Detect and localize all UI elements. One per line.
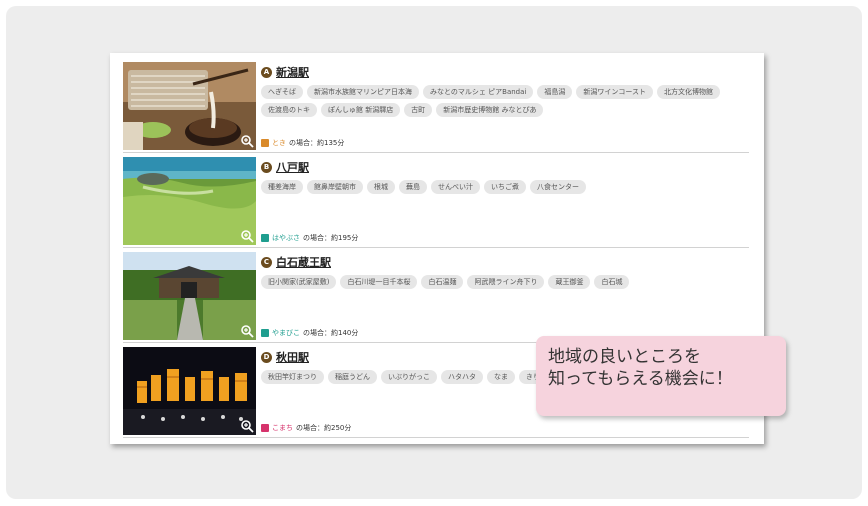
- station-row-shiroishizao: C 白石蔵王駅 旧小関家(武家屋敷) 白石川堤一目千本桜 白石温麺 阿武隈ライン…: [123, 248, 749, 343]
- zoom-icon[interactable]: [240, 229, 254, 243]
- callout-bubble: 地域の良いところを 知ってもらえる機会に！: [536, 336, 786, 416]
- tag[interactable]: みなとのマルシェ ピアBandai: [423, 85, 534, 99]
- zoom-icon[interactable]: [240, 134, 254, 148]
- tag[interactable]: 阿武隈ライン舟下り: [467, 275, 545, 289]
- soba-photo: [123, 62, 256, 150]
- train-name: こまち: [272, 424, 293, 432]
- station-link[interactable]: 秋田駅: [276, 349, 309, 365]
- tag[interactable]: 新潟市歴史博物館 みなとぴあ: [436, 103, 544, 117]
- tag[interactable]: 白石川堤一目千本桜: [340, 275, 418, 289]
- travel-time: とき の場合：約135分: [261, 138, 344, 148]
- coast-photo: [123, 157, 256, 245]
- tag[interactable]: ハタハタ: [441, 370, 483, 384]
- station-row-niigata: A 新潟駅 へぎそば 新潟市水族館マリンピア日本海 みなとのマルシェ ピアBan…: [123, 58, 749, 153]
- zoom-icon[interactable]: [240, 324, 254, 338]
- tag[interactable]: 福島潟: [537, 85, 573, 99]
- tag[interactable]: 白石城: [594, 275, 630, 289]
- tag[interactable]: 古町: [404, 103, 433, 117]
- travel-duration: の場合：約195分: [303, 234, 359, 242]
- tag[interactable]: 白石温麺: [421, 275, 464, 289]
- marker-badge: C: [261, 256, 272, 268]
- train-name: はやぶさ: [272, 234, 300, 242]
- row-divider: [123, 437, 749, 438]
- tag[interactable]: 稲庭うどん: [328, 370, 377, 384]
- station-link[interactable]: 八戸駅: [276, 159, 309, 175]
- tag[interactable]: 新潟ワインコースト: [576, 85, 654, 99]
- tag[interactable]: 種差海岸: [261, 180, 303, 194]
- travel-time: はやぶさ の場合：約195分: [261, 233, 358, 243]
- travel-time: こまち の場合：約250分: [261, 423, 351, 433]
- station-thumbnail[interactable]: [123, 347, 256, 435]
- tag-list: 種差海岸 館鼻岸壁朝市 根城 蕪島 せんべい汁 いちご煮 八食センター: [261, 180, 731, 194]
- travel-duration: の場合：約135分: [289, 139, 345, 147]
- train-name: とき: [272, 139, 286, 147]
- tag[interactable]: いちご煮: [484, 180, 526, 194]
- station-thumbnail[interactable]: [123, 157, 256, 245]
- marker-badge: D: [261, 351, 272, 363]
- station-info: A 新潟駅 へぎそば 新潟市水族館マリンピア日本海 みなとのマルシェ ピアBan…: [261, 64, 749, 153]
- callout-line-1: 地域の良いところを: [548, 347, 701, 367]
- tag[interactable]: 蔵王御釜: [548, 275, 591, 289]
- tag[interactable]: 北方文化博物館: [657, 85, 721, 99]
- station-link[interactable]: 白石蔵王駅: [276, 254, 331, 270]
- tag[interactable]: 館鼻岸壁朝市: [307, 180, 363, 194]
- tag[interactable]: なま: [487, 370, 515, 384]
- tag-list: へぎそば 新潟市水族館マリンピア日本海 みなとのマルシェ ピアBandai 福島…: [261, 85, 731, 117]
- tag[interactable]: せんべい汁: [431, 180, 480, 194]
- train-icon: [261, 329, 269, 337]
- travel-duration: の場合：約140分: [303, 329, 359, 337]
- station-thumbnail[interactable]: [123, 62, 256, 150]
- kanto-festival-photo: [123, 347, 256, 435]
- train-icon: [261, 139, 269, 147]
- callout-line-2: 知ってもらえる機会に！: [548, 369, 733, 389]
- tag[interactable]: 佐渡島のトキ: [261, 103, 317, 117]
- marker-badge: B: [261, 161, 272, 173]
- tag[interactable]: いぶりがっこ: [381, 370, 437, 384]
- tag[interactable]: 新潟市水族館マリンピア日本海: [307, 85, 419, 99]
- train-icon: [261, 424, 269, 432]
- tag[interactable]: 根城: [367, 180, 395, 194]
- station-link[interactable]: 新潟駅: [276, 64, 309, 80]
- tag[interactable]: 秋田竿灯まつり: [261, 370, 324, 384]
- tag[interactable]: 蕪島: [399, 180, 427, 194]
- tag[interactable]: 八食センター: [530, 180, 586, 194]
- travel-duration: の場合：約250分: [296, 424, 352, 432]
- travel-time: やまびこ の場合：約140分: [261, 328, 358, 338]
- station-info: C 白石蔵王駅 旧小関家(武家屋敷) 白石川堤一目千本桜 白石温麺 阿武隈ライン…: [261, 254, 749, 343]
- tag[interactable]: へぎそば: [261, 85, 303, 99]
- tag[interactable]: ぽんしゅ館 新潟驛店: [321, 103, 401, 117]
- zoom-icon[interactable]: [240, 419, 254, 433]
- station-thumbnail[interactable]: [123, 252, 256, 340]
- station-info: B 八戸駅 種差海岸 館鼻岸壁朝市 根城 蕪島 せんべい汁 いちご煮 八食センタ…: [261, 159, 749, 248]
- train-name: やまびこ: [272, 329, 300, 337]
- station-row-hachinohe: B 八戸駅 種差海岸 館鼻岸壁朝市 根城 蕪島 せんべい汁 いちご煮 八食センタ…: [123, 153, 749, 248]
- marker-badge: A: [261, 66, 272, 78]
- tag-list: 旧小関家(武家屋敷) 白石川堤一目千本桜 白石温麺 阿武隈ライン舟下り 蔵王御釜…: [261, 275, 731, 289]
- tag[interactable]: 旧小関家(武家屋敷): [261, 275, 337, 289]
- samurai-house-photo: [123, 252, 256, 340]
- train-icon: [261, 234, 269, 242]
